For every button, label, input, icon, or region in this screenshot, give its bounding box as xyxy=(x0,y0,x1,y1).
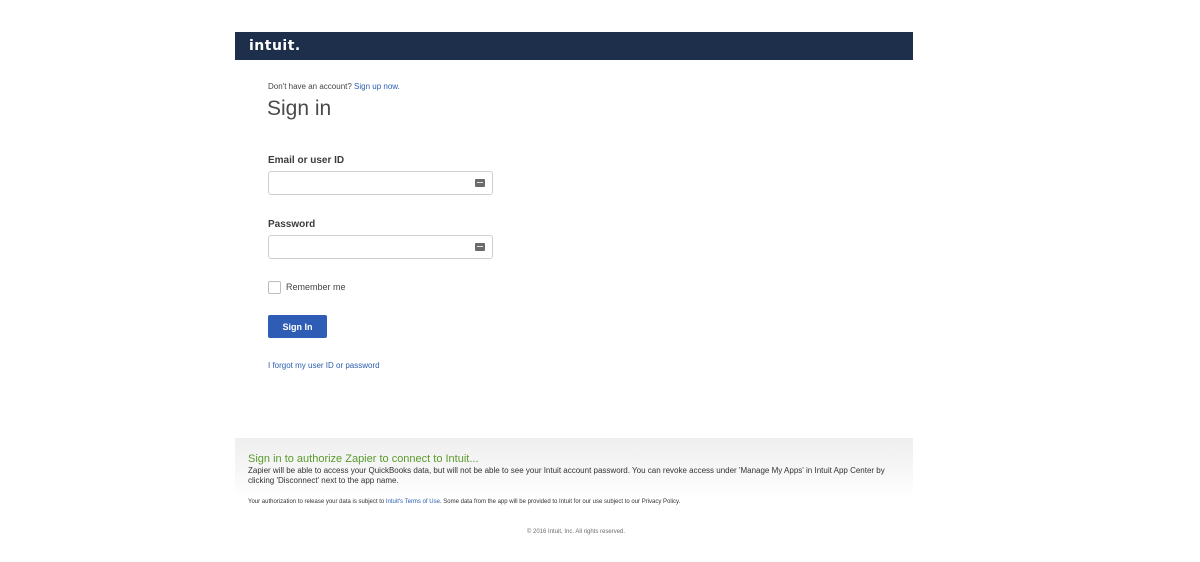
autofill-key-icon[interactable] xyxy=(475,243,485,251)
autofill-key-icon[interactable] xyxy=(475,179,485,187)
terms-suffix: . Some data from the app will be provide… xyxy=(439,499,681,505)
top-bar: intuit. xyxy=(235,32,913,60)
email-field[interactable] xyxy=(269,172,469,194)
authorization-title: Sign in to authorize Zapier to connect t… xyxy=(248,453,479,465)
password-field[interactable] xyxy=(269,236,469,258)
page: intuit. Don't have an account? Sign up n… xyxy=(0,0,1200,562)
copyright-text: © 2016 Intuit, Inc. All rights reserved. xyxy=(526,529,626,535)
remember-me-checkbox[interactable] xyxy=(268,280,281,294)
email-field-container xyxy=(268,171,493,195)
email-label: Email or user ID xyxy=(268,155,345,166)
remember-me-row[interactable]: Remember me xyxy=(268,280,346,294)
authorization-description: Zapier will be able to access your Quick… xyxy=(248,466,885,485)
sign-in-button[interactable]: Sign In xyxy=(268,315,327,338)
authorization-panel: Sign in to authorize Zapier to connect t… xyxy=(235,438,913,498)
signup-prompt: Don't have an account? Sign up now. xyxy=(268,82,400,91)
terms-prefix: Your authorization to release your data … xyxy=(248,499,386,505)
password-label: Password xyxy=(268,219,316,230)
no-account-text: Don't have an account? xyxy=(268,82,352,91)
forgot-credentials-link[interactable]: I forgot my user ID or password xyxy=(268,361,380,370)
terms-of-use-link[interactable]: Intuit's Terms of Use xyxy=(386,499,440,505)
signup-link[interactable]: Sign up now. xyxy=(354,82,400,91)
terms-notice: Your authorization to release your data … xyxy=(248,499,680,505)
remember-me-label[interactable]: Remember me xyxy=(286,282,346,292)
page-title: Sign in xyxy=(267,97,332,120)
password-field-container xyxy=(268,235,493,259)
intuit-logo[interactable]: intuit. xyxy=(249,38,301,54)
